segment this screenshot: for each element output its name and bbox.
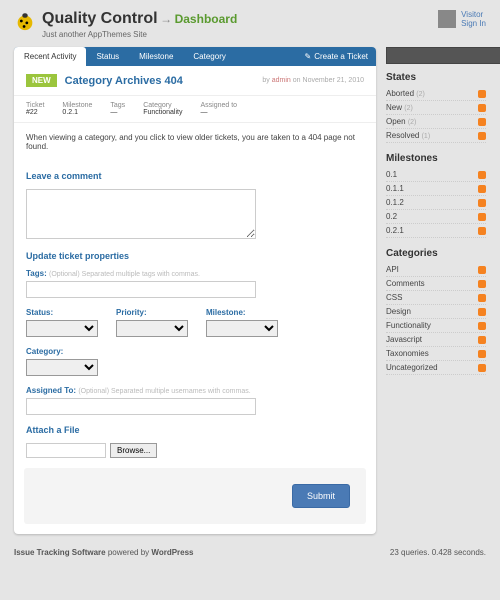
- update-heading: Update ticket properties: [26, 251, 364, 261]
- create-ticket-button[interactable]: ✎Create a Ticket: [296, 47, 376, 66]
- avatar: [438, 10, 456, 28]
- list-item[interactable]: New (2): [386, 101, 486, 115]
- rss-icon[interactable]: [478, 322, 486, 330]
- rss-icon[interactable]: [478, 171, 486, 179]
- rss-icon[interactable]: [478, 350, 486, 358]
- tab-status[interactable]: Status: [86, 47, 129, 66]
- dashboard-link[interactable]: Dashboard: [175, 12, 238, 26]
- comment-textarea[interactable]: [26, 189, 256, 239]
- rss-icon[interactable]: [478, 132, 486, 140]
- list-item[interactable]: API: [386, 263, 486, 277]
- rss-icon[interactable]: [478, 336, 486, 344]
- tab-milestone[interactable]: Milestone: [129, 47, 183, 66]
- byline: by admin on November 21, 2010: [262, 77, 364, 84]
- rss-icon[interactable]: [478, 308, 486, 316]
- list-item[interactable]: 0.2: [386, 210, 486, 224]
- rss-icon[interactable]: [478, 118, 486, 126]
- list-item[interactable]: Design: [386, 305, 486, 319]
- list-item[interactable]: Javascript: [386, 333, 486, 347]
- submit-button[interactable]: Submit: [292, 484, 350, 508]
- footer-right: 23 queries. 0.428 seconds.: [390, 548, 486, 557]
- list-item[interactable]: Open (2): [386, 115, 486, 129]
- tagline: Just another AppThemes Site: [42, 30, 237, 39]
- status-badge: NEW: [26, 74, 57, 87]
- site-title[interactable]: Quality Control: [42, 10, 158, 27]
- list-item[interactable]: Aborted (2): [386, 87, 486, 101]
- pencil-icon: ✎: [304, 52, 311, 61]
- list-item[interactable]: Functionality: [386, 319, 486, 333]
- priority-select[interactable]: [116, 320, 188, 337]
- list-item[interactable]: 0.2.1: [386, 224, 486, 238]
- rss-icon[interactable]: [478, 199, 486, 207]
- rss-icon[interactable]: [478, 227, 486, 235]
- search-input[interactable]: [386, 47, 500, 64]
- footer-left: Issue Tracking Software powered by WordP…: [14, 548, 194, 557]
- category-select[interactable]: [26, 359, 98, 376]
- ticket-meta: Ticket#22 Milestone0.2.1 Tags— CategoryF…: [14, 96, 376, 123]
- states-heading: States: [386, 72, 486, 83]
- tabbar: Recent Activity Status Milestone Categor…: [14, 47, 376, 66]
- rss-icon[interactable]: [478, 364, 486, 372]
- milestones-heading: Milestones: [386, 153, 486, 164]
- list-item[interactable]: Comments: [386, 277, 486, 291]
- rss-icon[interactable]: [478, 280, 486, 288]
- categories-heading: Categories: [386, 248, 486, 259]
- file-path-input[interactable]: [26, 443, 106, 458]
- tags-input[interactable]: [26, 281, 256, 298]
- rss-icon[interactable]: [478, 90, 486, 98]
- list-item[interactable]: 0.1: [386, 168, 486, 182]
- tab-recent-activity[interactable]: Recent Activity: [14, 47, 86, 66]
- rss-icon[interactable]: [478, 213, 486, 221]
- attach-heading: Attach a File: [26, 425, 364, 435]
- list-item[interactable]: Uncategorized: [386, 361, 486, 375]
- browse-button[interactable]: Browse...: [110, 443, 157, 458]
- rss-icon[interactable]: [478, 104, 486, 112]
- arrow-icon: →: [160, 12, 172, 26]
- rss-icon[interactable]: [478, 185, 486, 193]
- user-box: Visitor Sign In: [438, 10, 486, 28]
- list-item[interactable]: CSS: [386, 291, 486, 305]
- list-item[interactable]: Taxonomies: [386, 347, 486, 361]
- sign-in-link[interactable]: Sign In: [461, 19, 486, 28]
- milestone-select[interactable]: [206, 320, 278, 337]
- list-item[interactable]: 0.1.2: [386, 196, 486, 210]
- logo-icon: [14, 10, 36, 32]
- visitor-label: Visitor: [461, 10, 486, 19]
- comment-heading: Leave a comment: [26, 171, 364, 181]
- rss-icon[interactable]: [478, 294, 486, 302]
- brand: Quality Control → Dashboard Just another…: [14, 10, 237, 39]
- status-select[interactable]: [26, 320, 98, 337]
- ticket-title[interactable]: Category Archives 404: [65, 75, 255, 87]
- assigned-input[interactable]: [26, 398, 256, 415]
- tab-category[interactable]: Category: [183, 47, 235, 66]
- ticket-body: When viewing a category, and you click t…: [14, 123, 376, 161]
- list-item[interactable]: 0.1.1: [386, 182, 486, 196]
- list-item[interactable]: Resolved (1): [386, 129, 486, 143]
- rss-icon[interactable]: [478, 266, 486, 274]
